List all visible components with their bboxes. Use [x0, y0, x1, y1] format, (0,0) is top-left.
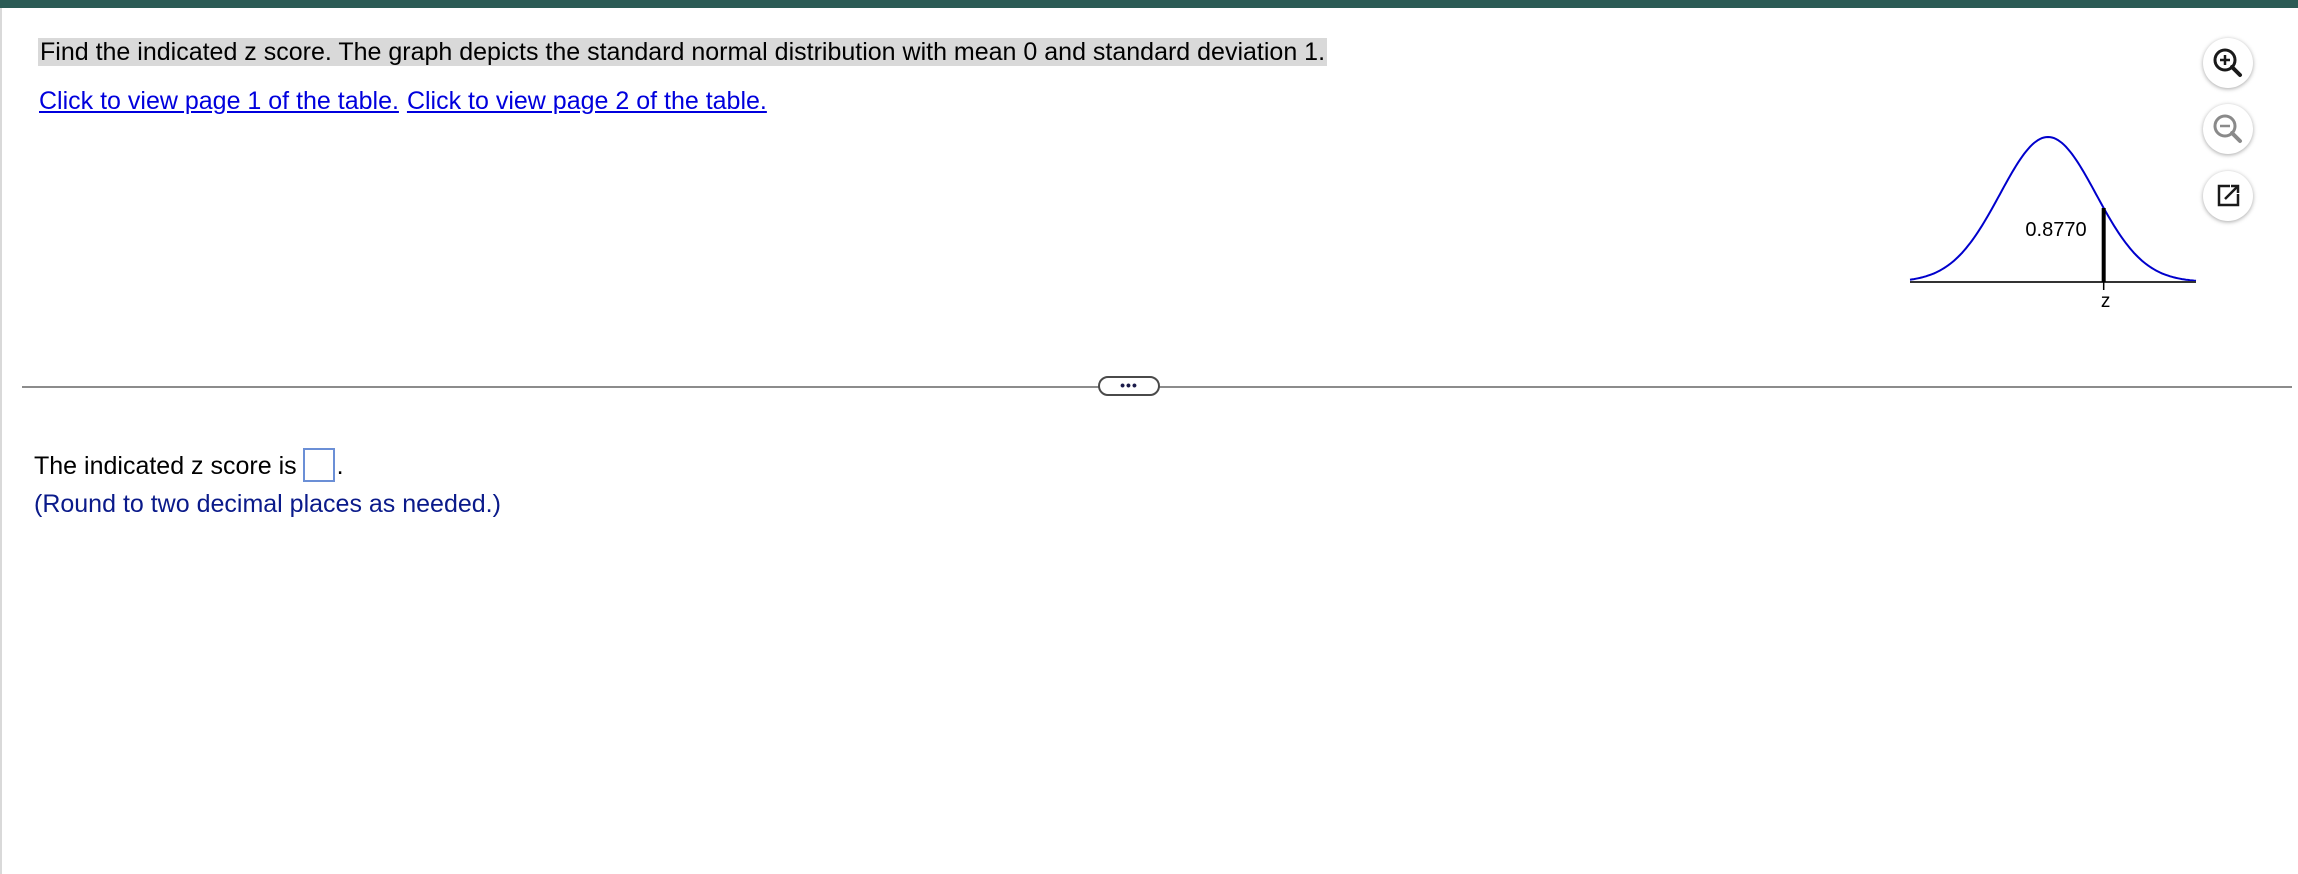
rounding-hint: (Round to two decimal places as needed.)	[34, 490, 501, 518]
answer-line: The indicated z score is.	[34, 446, 344, 486]
question-prompt: Find the indicated z score. The graph de…	[38, 34, 1328, 70]
popout-button[interactable]	[2203, 171, 2253, 221]
zoom-in-button[interactable]	[2203, 38, 2253, 88]
answer-suffix: .	[336, 452, 344, 480]
zoom-out-button[interactable]	[2203, 104, 2253, 154]
question-text: Find the indicated z score. The graph de…	[38, 38, 1328, 66]
normal-distribution-graph: 0.8770 z	[1909, 135, 2197, 312]
bell-curve	[1909, 135, 2197, 282]
popout-icon	[2217, 184, 2240, 207]
z-score-answer-input[interactable]	[302, 448, 335, 483]
z-axis-label: z	[2101, 291, 2111, 312]
left-border	[0, 8, 2, 874]
zoom-in-icon	[2213, 48, 2242, 77]
shaded-area-label: 0.8770	[2025, 219, 2086, 241]
zoom-out-icon	[2213, 114, 2242, 143]
top-accent-bar	[0, 0, 2298, 8]
table-links: Click to view page 1 of the table. Click …	[39, 84, 767, 118]
table-page-2-link[interactable]: Click to view page 2 of the table.	[407, 87, 767, 115]
table-page-1-link[interactable]: Click to view page 1 of the table.	[39, 87, 399, 115]
answer-prefix: The indicated z score is	[34, 452, 297, 480]
expand-handle-button[interactable]: •••	[1098, 376, 1160, 396]
